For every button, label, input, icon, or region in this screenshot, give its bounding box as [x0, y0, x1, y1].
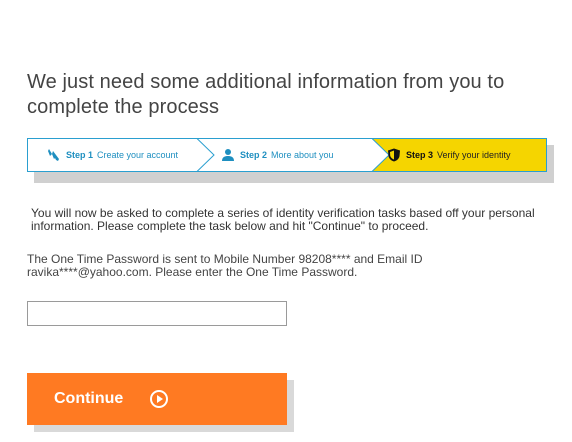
step-2-number: Step 2 [240, 150, 268, 160]
step-2: Step 2 More about you [221, 138, 334, 172]
person-icon [221, 148, 235, 162]
progress-stepper: Step 1 Create your account Step 2 More a… [27, 138, 547, 172]
key-pen-icon [47, 148, 61, 162]
otp-input[interactable] [27, 301, 287, 326]
continue-button[interactable]: Continue [27, 373, 287, 425]
step-1-label: Create your account [97, 150, 179, 160]
otp-message: The One Time Password is sent to Mobile … [27, 252, 423, 279]
shield-icon [387, 148, 401, 162]
step-3-number: Step 3 [406, 150, 434, 160]
step-1-number: Step 1 [66, 150, 94, 160]
continue-button-label: Continue [54, 390, 124, 407]
step-3: Step 3 Verify your identity [387, 138, 511, 172]
page-title: We just need some additional information… [27, 71, 505, 118]
step-2-label: More about you [271, 150, 334, 160]
intro-text: You will now be asked to complete a seri… [31, 206, 535, 233]
step-1: Step 1 Create your account [47, 138, 178, 172]
play-circle-icon [149, 389, 169, 409]
step-3-label: Verify your identity [437, 150, 511, 160]
